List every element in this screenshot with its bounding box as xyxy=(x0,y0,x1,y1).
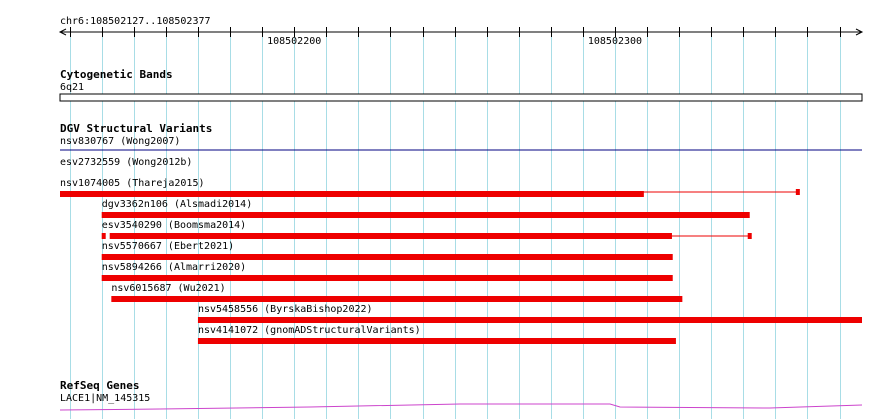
cytoband-ideogram[interactable] xyxy=(59,93,863,102)
dgv-feature[interactable]: esv3540290 (Boomsma2014) xyxy=(101,220,752,239)
dgv-feature[interactable]: nsv4141072 (gnomADStructuralVariants) xyxy=(197,325,676,344)
dgv-feature-bar xyxy=(101,212,750,218)
refseq-gene-label: LACE1|NM_145315 xyxy=(60,393,150,404)
dgv-feature-bar xyxy=(197,338,676,344)
dgv-feature-end-block xyxy=(747,233,752,239)
dgv-feature-label: nsv5570667 (Ebert2021) xyxy=(102,241,234,252)
dgv-feature-bar xyxy=(101,254,673,260)
dgv-feature[interactable]: nsv5894266 (Almarri2020) xyxy=(101,262,673,281)
dgv-feature-label: dgv3362n106 (Alsmadi2014) xyxy=(102,199,253,210)
dgv-track-title: DGV Structural Variants xyxy=(60,122,212,135)
dgv-feature[interactable]: esv2732559 (Wong2012b) xyxy=(60,157,800,195)
dgv-feature-end-block xyxy=(795,189,800,195)
dgv-feature-label: nsv830767 (Wong2007) xyxy=(60,136,180,147)
cytoband-track: Cytogenetic Bands 6q21 xyxy=(59,68,863,102)
ruler[interactable]: chr6:108502127..108502377 108502200 1085… xyxy=(58,16,864,47)
cytoband-label: 6q21 xyxy=(60,82,84,93)
dgv-feature[interactable]: nsv1074005 (Thareja2015) xyxy=(60,178,644,197)
dgv-feature[interactable]: nsv830767 (Wong2007) xyxy=(60,136,862,151)
ruler-tick-label: 108502200 xyxy=(267,36,321,47)
dgv-feature-label: nsv5458556 (ByrskaBishop2022) xyxy=(198,304,373,315)
locus-label: chr6:108502127..108502377 xyxy=(60,16,211,27)
dgv-feature-bar xyxy=(109,233,672,239)
refseq-track: RefSeq Genes LACE1|NM_145315 xyxy=(59,379,863,411)
dgv-feature[interactable]: nsv5570667 (Ebert2021) xyxy=(101,241,673,260)
refseq-intron-line[interactable] xyxy=(59,403,863,411)
refseq-track-title: RefSeq Genes xyxy=(60,379,139,392)
dgv-feature[interactable]: nsv5458556 (ByrskaBishop2022) xyxy=(197,304,863,323)
dgv-feature-label: nsv5894266 (Almarri2020) xyxy=(102,262,247,273)
dgv-feature-label: nsv6015687 (Wu2021) xyxy=(111,283,225,294)
genome-browser-track-view: chr6:108502127..108502377 108502200 1085… xyxy=(58,16,864,419)
dgv-feature-bar xyxy=(111,296,683,302)
dgv-feature-label: esv3540290 (Boomsma2014) xyxy=(102,220,247,231)
dgv-feature[interactable]: dgv3362n106 (Alsmadi2014) xyxy=(101,199,750,218)
cytoband-track-title: Cytogenetic Bands xyxy=(60,68,173,81)
dgv-feature-bar xyxy=(101,275,673,281)
dgv-feature-bar xyxy=(60,191,644,197)
dgv-features: nsv830767 (Wong2007) esv2732559 (Wong2012… xyxy=(60,136,863,344)
dgv-feature-bar xyxy=(197,317,863,323)
dgv-feature-block xyxy=(101,233,106,239)
dgv-track: DGV Structural Variants nsv830767 (Wong2… xyxy=(60,122,863,344)
dgv-feature[interactable]: nsv6015687 (Wu2021) xyxy=(111,283,683,302)
ruler-tick-label: 108502300 xyxy=(588,36,642,47)
dgv-feature-label: nsv1074005 (Thareja2015) xyxy=(60,178,205,189)
dgv-feature-label: esv2732559 (Wong2012b) xyxy=(60,157,192,168)
dgv-feature-label: nsv4141072 (gnomADStructuralVariants) xyxy=(198,325,421,336)
